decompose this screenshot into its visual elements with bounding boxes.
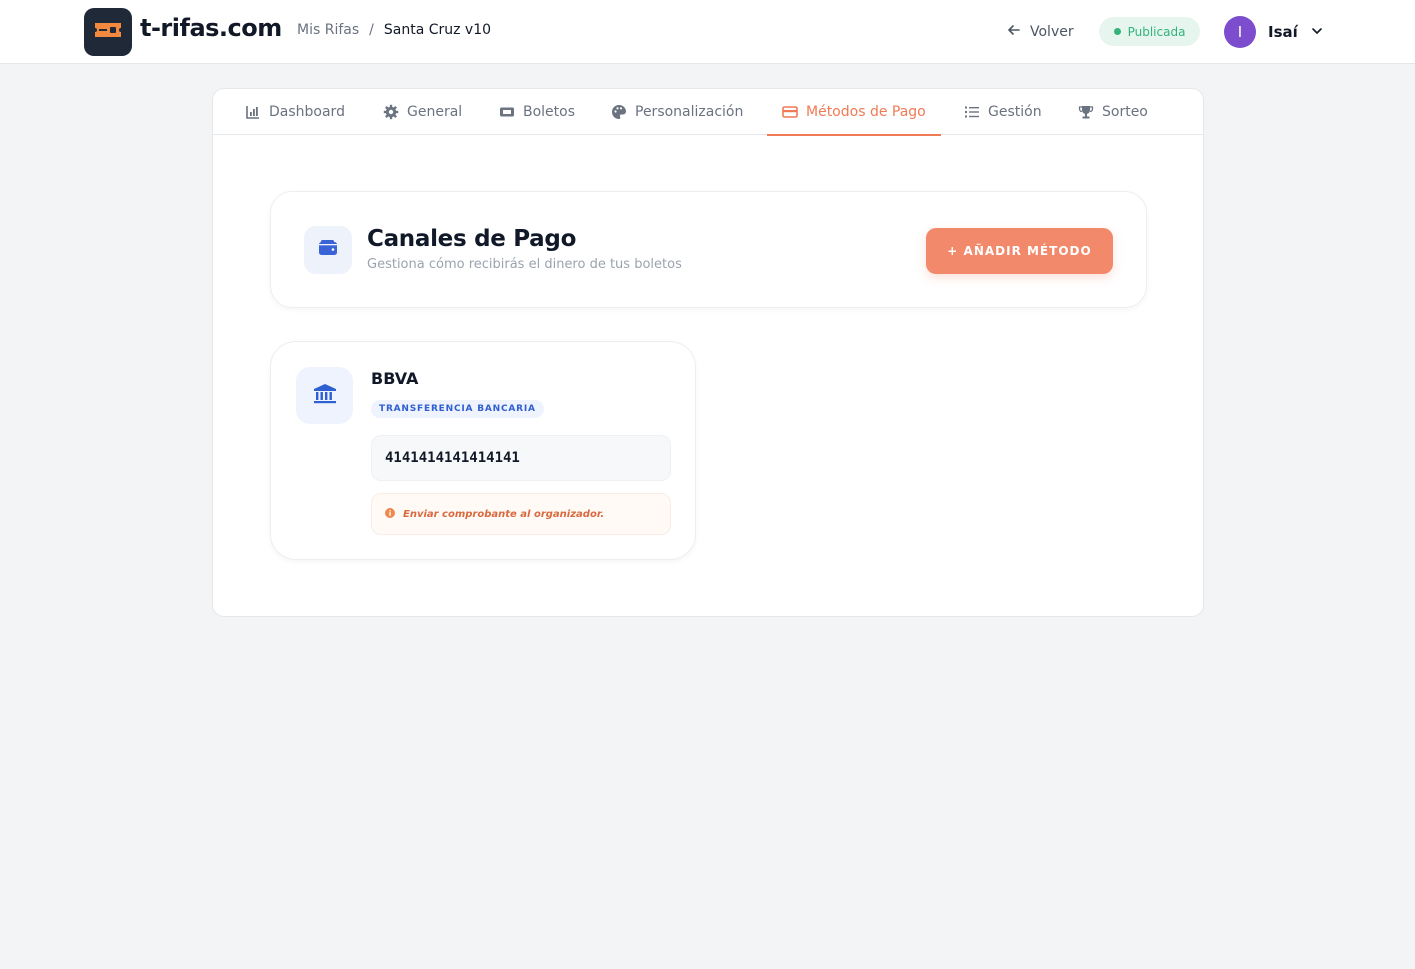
bar-chart-icon	[245, 104, 261, 120]
tab-label: Dashboard	[269, 104, 345, 120]
tab-gestion[interactable]: Gestión	[964, 89, 1042, 135]
tab-label: General	[407, 104, 463, 120]
ticket-logo-icon	[93, 20, 123, 44]
logo[interactable]	[84, 8, 132, 56]
status-dot-icon	[1113, 28, 1121, 35]
tab-label: Métodos de Pago	[806, 104, 926, 120]
back-button[interactable]: Volver	[1006, 20, 1074, 44]
tab-label: Gestión	[988, 104, 1042, 120]
back-label: Volver	[1030, 24, 1074, 40]
payment-method-card: BBVA TRANSFERENCIA BANCARIA 414141414141…	[270, 341, 696, 560]
page-title: Canales de Pago	[367, 226, 577, 252]
tab-bar: Dashboard General Boletos Personalizació…	[213, 89, 1203, 136]
credit-card-icon	[782, 104, 798, 120]
avatar: I	[1224, 16, 1256, 48]
gear-icon	[383, 104, 399, 120]
status-label: Publicada	[1127, 24, 1186, 39]
palette-icon	[611, 104, 627, 120]
bank-icon	[313, 383, 337, 409]
wallet-icon	[318, 239, 338, 261]
breadcrumb: Mis Rifas / Santa Cruz v10	[297, 22, 491, 38]
tab-label: Boletos	[523, 104, 576, 120]
add-method-button[interactable]: + AÑADIR MÉTODO	[926, 228, 1113, 274]
trophy-icon	[1078, 104, 1094, 120]
method-name: BBVA	[371, 369, 419, 388]
tab-label: Personalización	[635, 104, 744, 120]
chevron-down-icon	[1310, 23, 1324, 42]
bank-icon-box	[296, 367, 353, 424]
payment-channels-header: Canales de Pago Gestiona cómo recibirás …	[270, 191, 1147, 308]
tab-metodos-de-pago[interactable]: Métodos de Pago	[767, 89, 941, 136]
user-name: Isaí	[1268, 23, 1298, 41]
tab-boletos[interactable]: Boletos	[499, 89, 575, 135]
tab-label: Sorteo	[1102, 104, 1148, 120]
arrow-left-icon	[1006, 22, 1022, 42]
breadcrumb-separator: /	[369, 22, 374, 38]
method-type-badge: TRANSFERENCIA BANCARIA	[371, 400, 544, 418]
list-icon	[964, 104, 980, 120]
account-number: 4141414141414141	[371, 435, 671, 481]
tab-general[interactable]: General	[383, 89, 462, 135]
info-icon	[385, 507, 395, 521]
tab-sorteo[interactable]: Sorteo	[1078, 89, 1148, 135]
tab-personalizacion[interactable]: Personalización	[611, 89, 743, 135]
breadcrumb-current: Santa Cruz v10	[383, 22, 492, 38]
main-panel: Dashboard General Boletos Personalizació…	[212, 88, 1204, 617]
method-note: Enviar comprobante al organizador.	[371, 493, 671, 535]
page-subtitle: Gestiona cómo recibirás el dinero de tus…	[367, 257, 682, 272]
brand-name[interactable]: t-rifas.com	[140, 14, 282, 42]
breadcrumb-parent[interactable]: Mis Rifas	[297, 22, 359, 38]
wallet-icon-box	[304, 226, 352, 274]
top-bar: t-rifas.com Mis Rifas / Santa Cruz v10 V…	[0, 0, 1415, 64]
method-note-text: Enviar comprobante al organizador.	[403, 508, 605, 520]
ticket-icon	[499, 104, 515, 120]
user-menu[interactable]: I Isaí	[1224, 16, 1324, 48]
status-badge: Publicada	[1099, 17, 1200, 46]
tab-dashboard[interactable]: Dashboard	[245, 89, 345, 135]
